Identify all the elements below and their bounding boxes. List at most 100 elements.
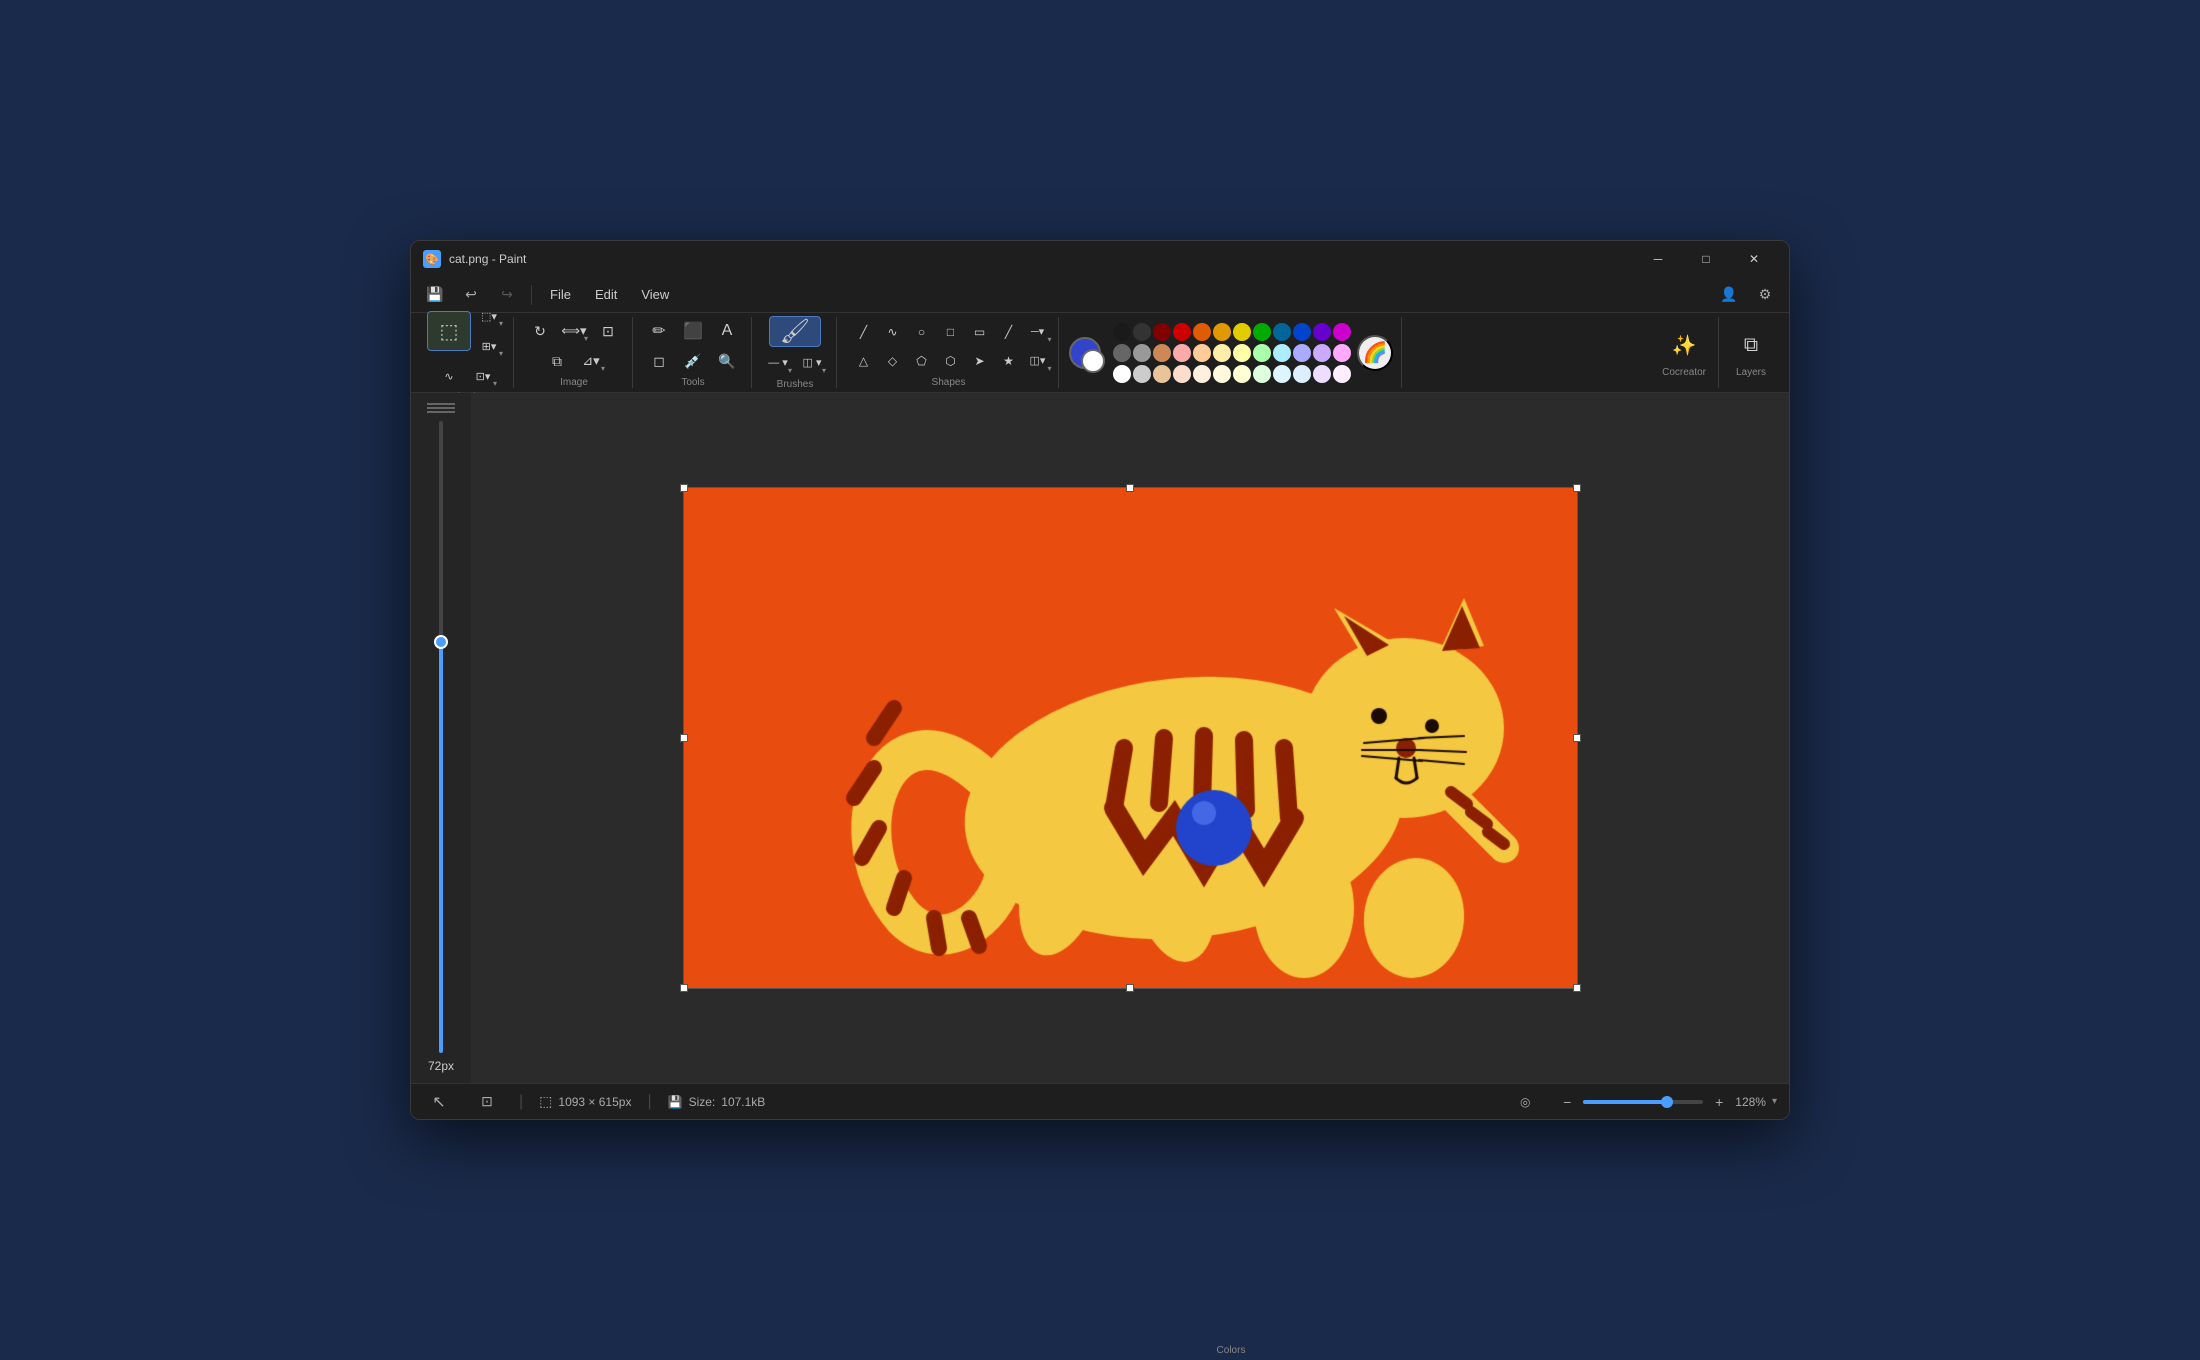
color-swatch[interactable]: [1293, 344, 1311, 362]
color-swatch[interactable]: [1333, 365, 1351, 383]
color-swatch[interactable]: [1173, 323, 1191, 341]
color-swatch[interactable]: [1133, 344, 1151, 362]
color-swatch[interactable]: [1133, 323, 1151, 341]
color-swatch[interactable]: [1293, 323, 1311, 341]
brush-opacity-dropdown[interactable]: ◫ ▾: [796, 349, 828, 377]
color-swatch[interactable]: [1213, 344, 1231, 362]
maximize-button[interactable]: □: [1683, 244, 1729, 274]
menu-file[interactable]: File: [540, 283, 581, 306]
color-swatch[interactable]: [1233, 365, 1251, 383]
selection-rect-button[interactable]: ⬚: [427, 311, 471, 351]
color-swatch[interactable]: [1253, 323, 1271, 341]
shape-arrow[interactable]: ╱: [993, 318, 1025, 346]
transform-button[interactable]: ⟺▾: [558, 317, 590, 345]
shape-hex[interactable]: ⬡: [935, 347, 967, 375]
color-swatch[interactable]: [1333, 323, 1351, 341]
shape-outline-dropdown[interactable]: ─▾: [1022, 318, 1054, 346]
zoom-in-button[interactable]: +: [1709, 1092, 1729, 1112]
selection-more[interactable]: ⊡▾: [467, 362, 499, 390]
color-picker-rainbow[interactable]: 🌈: [1357, 335, 1393, 371]
cocreator-button[interactable]: ✨: [1666, 327, 1702, 363]
color-swatch[interactable]: [1133, 365, 1151, 383]
zoom-track[interactable]: [1583, 1100, 1703, 1104]
color-swatch[interactable]: [1253, 365, 1271, 383]
shape-rect2[interactable]: ▭: [964, 318, 996, 346]
color-swatch[interactable]: [1193, 344, 1211, 362]
shape-oval[interactable]: ○: [906, 318, 938, 346]
handle-bottom-right[interactable]: [1573, 984, 1581, 992]
canvas-area[interactable]: [471, 393, 1789, 1083]
color-swatch[interactable]: [1293, 365, 1311, 383]
zoom-value[interactable]: 128%: [1735, 1095, 1766, 1109]
color-swatch[interactable]: [1313, 344, 1331, 362]
handle-top-right[interactable]: [1573, 484, 1581, 492]
color-swatch[interactable]: [1313, 323, 1331, 341]
selection-dropdown[interactable]: ⬚▾: [473, 302, 505, 330]
main-canvas[interactable]: [684, 488, 1577, 988]
menu-edit[interactable]: Edit: [585, 283, 627, 306]
focus-btn[interactable]: ◎: [1509, 1088, 1541, 1116]
color-swatch[interactable]: [1153, 365, 1171, 383]
menu-view[interactable]: View: [631, 283, 679, 306]
cursor-tool-status[interactable]: ↖: [423, 1088, 455, 1116]
pencil-button[interactable]: ✏: [643, 317, 675, 345]
handle-top-center[interactable]: [1126, 484, 1134, 492]
fill-button[interactable]: ⬛: [677, 317, 709, 345]
color-swatch[interactable]: [1273, 323, 1291, 341]
handle-top-left[interactable]: [680, 484, 688, 492]
close-button[interactable]: ✕: [1731, 244, 1777, 274]
shape-line[interactable]: ╱: [848, 318, 880, 346]
color-swatch[interactable]: [1233, 344, 1251, 362]
color-swatch[interactable]: [1253, 344, 1271, 362]
size-handle[interactable]: [427, 403, 455, 413]
color-swatch[interactable]: [1333, 344, 1351, 362]
shape-curve[interactable]: ∿: [877, 318, 909, 346]
color-swatch[interactable]: [1153, 323, 1171, 341]
shape-star5[interactable]: ★: [993, 347, 1025, 375]
eraser-button[interactable]: ◻: [643, 347, 675, 375]
handle-bottom-left[interactable]: [680, 984, 688, 992]
color-swatch[interactable]: [1213, 365, 1231, 383]
brush-style-dropdown[interactable]: — ▾: [762, 349, 794, 377]
text-button[interactable]: A: [711, 317, 743, 345]
selection-transform[interactable]: ⊞▾: [473, 332, 505, 360]
shape-diamond[interactable]: ◇: [877, 347, 909, 375]
color-swatch[interactable]: [1213, 323, 1231, 341]
color-swatch[interactable]: [1313, 365, 1331, 383]
size-slider-thumb[interactable]: [434, 635, 448, 649]
color-swatch[interactable]: [1153, 344, 1171, 362]
colorpicker-button[interactable]: 💉: [677, 347, 709, 375]
background-color[interactable]: [1081, 349, 1105, 373]
handle-mid-right[interactable]: [1573, 734, 1581, 742]
zoom-dropdown[interactable]: ▾: [1772, 1096, 1777, 1107]
account-icon[interactable]: 👤: [1713, 281, 1745, 309]
layers-button[interactable]: ⧉: [1733, 327, 1769, 363]
brush-main-button[interactable]: 🖌: [769, 316, 821, 347]
zoom-out-button[interactable]: −: [1557, 1092, 1577, 1112]
flip-button[interactable]: ⊿▾: [575, 347, 607, 375]
color-swatch[interactable]: [1173, 344, 1191, 362]
handle-mid-left[interactable]: [680, 734, 688, 742]
color-swatch[interactable]: [1113, 344, 1131, 362]
minimize-button[interactable]: ─: [1635, 244, 1681, 274]
shape-right-arrow[interactable]: ➤: [964, 347, 996, 375]
color-swatch[interactable]: [1113, 365, 1131, 383]
color-swatch[interactable]: [1193, 323, 1211, 341]
color-swatch[interactable]: [1113, 323, 1131, 341]
color-swatch[interactable]: [1273, 365, 1291, 383]
shape-pent[interactable]: ⬠: [906, 347, 938, 375]
fit-screen-status[interactable]: ⊡: [471, 1088, 503, 1116]
shape-rect[interactable]: □: [935, 318, 967, 346]
crop-button[interactable]: ⧉: [541, 347, 573, 375]
rotate-button[interactable]: ↻: [524, 317, 556, 345]
selection-lasso[interactable]: ∿: [433, 362, 465, 390]
zoom-thumb[interactable]: [1661, 1096, 1673, 1108]
color-swatch[interactable]: [1273, 344, 1291, 362]
magnify-button[interactable]: 🔍: [711, 347, 743, 375]
color-swatch[interactable]: [1173, 365, 1191, 383]
color-swatch[interactable]: [1233, 323, 1251, 341]
resize-button[interactable]: ⊡: [592, 317, 624, 345]
size-slider-track[interactable]: [439, 421, 443, 1053]
shape-tri[interactable]: △: [848, 347, 880, 375]
color-swatch[interactable]: [1193, 365, 1211, 383]
